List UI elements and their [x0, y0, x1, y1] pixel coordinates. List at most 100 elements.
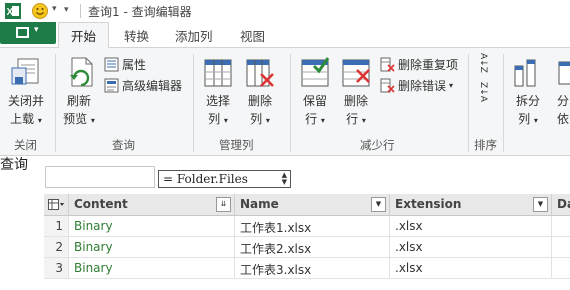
advanced-editor-label: 高级编辑器	[122, 79, 183, 93]
chevron-down-icon: ▾	[265, 116, 270, 125]
column-header-label: Name	[240, 197, 279, 211]
advanced-editor-icon	[104, 78, 119, 93]
column-header-label: Content	[74, 197, 128, 211]
table-menu-button[interactable]	[44, 194, 69, 216]
table-cell-content[interactable]: Binary	[69, 258, 235, 279]
remove-rows-line2: 行 ▾	[339, 110, 373, 130]
queries-pane-label: 查询	[0, 157, 28, 173]
chevron-down-icon: ▾	[37, 116, 42, 125]
row-number[interactable]: 2	[44, 237, 69, 258]
properties-label: 属性	[122, 58, 147, 72]
refresh-icon	[70, 57, 93, 87]
remove-columns-icon	[246, 59, 274, 87]
keep-line2: 行 ▾	[297, 110, 333, 130]
group-divider	[468, 54, 469, 152]
table-cell-extension[interactable]: .xlsx	[390, 258, 552, 279]
table-cell-extension[interactable]: .xlsx	[390, 216, 552, 237]
table-cell-content[interactable]: Binary	[69, 216, 235, 237]
ribbon-home: 关闭并 上载 ▾ 关闭 刷新 预览 ▾ 属性 高级编辑器 查询 选择 列 ▾ 删…	[0, 48, 570, 156]
expand-column-icon[interactable]: ⇊	[216, 197, 231, 212]
tab-transform[interactable]: 转换	[124, 26, 149, 45]
refresh-preview-button[interactable]: 刷新 预览 ▾	[60, 92, 98, 130]
remove-rows-button[interactable]: 删除 行 ▾	[339, 92, 373, 130]
ribbon-tabs: ▾ 开始 转换 添加列 视图	[0, 22, 570, 49]
chevron-down-icon: ▾	[223, 116, 228, 125]
chevron-down-icon: ▾	[533, 116, 538, 125]
group-label-manage-columns: 管理列	[219, 138, 254, 152]
group-line1: 分	[557, 94, 570, 108]
remove-errors-icon	[380, 78, 395, 93]
chevron-down-icon: ▾	[34, 25, 39, 35]
table-cell-date[interactable]	[552, 216, 570, 237]
remove-duplicates-label: 删除重复项	[398, 58, 459, 72]
choose-line1: 选择	[205, 94, 230, 108]
tab-view[interactable]: 视图	[240, 26, 265, 45]
column-header-name[interactable]: Name ▼	[235, 194, 390, 216]
row-number[interactable]: 3	[44, 258, 69, 279]
table-cell-content[interactable]: Binary	[69, 237, 235, 258]
choose-text: 列	[208, 112, 221, 126]
name-box[interactable]	[45, 166, 155, 188]
table-cell-extension[interactable]: .xlsx	[390, 237, 552, 258]
formula-bar[interactable]: = Folder.Files ▲ ▼	[158, 170, 291, 188]
undo-arrow-icon[interactable]: ▾	[52, 4, 57, 14]
remove-cols-line1: 删除	[247, 94, 272, 108]
window-title: 查询1 - 查询编辑器	[88, 5, 192, 19]
remove-rows-line1: 删除	[343, 94, 368, 108]
group-by-button[interactable]: 分 依	[557, 92, 570, 128]
formula-expand-icon[interactable]: ▲ ▼	[282, 172, 287, 186]
remove-errors-label: 删除错误	[398, 79, 447, 93]
chevron-down-icon: ▾	[361, 116, 366, 125]
advanced-editor-button[interactable]: 高级编辑器	[104, 77, 182, 94]
table-cell-name[interactable]: 工作表3.xlsx	[235, 258, 390, 279]
close-load-line1: 关闭并	[7, 94, 44, 108]
tab-add-column[interactable]: 添加列	[175, 26, 213, 45]
column-header-label: Extension	[395, 197, 462, 211]
smiley-icon[interactable]	[31, 2, 49, 20]
split-line1: 拆分	[515, 94, 540, 108]
remove-cols-text: 列	[250, 112, 263, 126]
row-number[interactable]: 1	[44, 216, 69, 237]
column-header-content[interactable]: Content ⇊	[69, 194, 235, 216]
remove-rows-icon	[342, 59, 370, 87]
group-line2: 依	[557, 112, 570, 126]
remove-errors-button[interactable]: 删除错误 ▾	[380, 77, 453, 94]
excel-logo-icon[interactable]: X	[4, 2, 22, 20]
quick-access-dropdown-icon[interactable]: ▾	[64, 5, 69, 15]
table-cell-date[interactable]	[552, 237, 570, 258]
properties-icon	[104, 57, 119, 72]
split-column-button[interactable]: 拆分 列 ▾	[512, 92, 544, 130]
column-header-date[interactable]: Dat	[552, 194, 570, 216]
filter-dropdown-icon[interactable]: ▼	[533, 197, 548, 212]
table-cell-name[interactable]: 工作表1.xlsx	[235, 216, 390, 237]
file-menu-icon	[16, 27, 29, 38]
filter-dropdown-icon[interactable]: ▼	[371, 197, 386, 212]
group-divider	[290, 54, 291, 152]
split-text: 列	[518, 112, 531, 126]
file-menu-button[interactable]: ▾	[0, 22, 56, 44]
keep-rows-icon	[301, 57, 330, 87]
chevron-down-icon: ▾	[320, 116, 325, 125]
keep-line1: 保留	[302, 94, 327, 108]
keep-rows-button[interactable]: 保留 行 ▾	[297, 92, 333, 130]
table-cell-date[interactable]	[552, 258, 570, 279]
split-line2: 列 ▾	[512, 110, 544, 130]
remove-duplicates-icon	[380, 57, 395, 72]
choose-columns-button[interactable]: 选择 列 ▾	[200, 92, 236, 130]
sort-ascending-button[interactable]: A↓Z	[478, 53, 494, 73]
tab-home[interactable]: 开始	[58, 22, 110, 49]
table-menu-icon	[48, 199, 64, 210]
group-label-close: 关闭	[14, 138, 37, 152]
table-cell-name[interactable]: 工作表2.xlsx	[235, 237, 390, 258]
remove-rows-text: 行	[346, 112, 359, 126]
properties-button[interactable]: 属性	[104, 56, 146, 73]
choose-line2: 列 ▾	[200, 110, 236, 130]
sort-desc-icon: Z↓A	[478, 82, 488, 102]
remove-duplicates-button[interactable]: 删除重复项	[380, 56, 458, 73]
column-header-extension[interactable]: Extension ▼	[390, 194, 552, 216]
column-header-label: Dat	[557, 197, 570, 211]
close-load-button[interactable]: 关闭并 上载 ▾	[4, 92, 48, 130]
remove-columns-button[interactable]: 删除 列 ▾	[243, 92, 277, 130]
split-column-icon	[514, 59, 536, 87]
sort-descending-button[interactable]: Z↓A	[478, 82, 494, 102]
